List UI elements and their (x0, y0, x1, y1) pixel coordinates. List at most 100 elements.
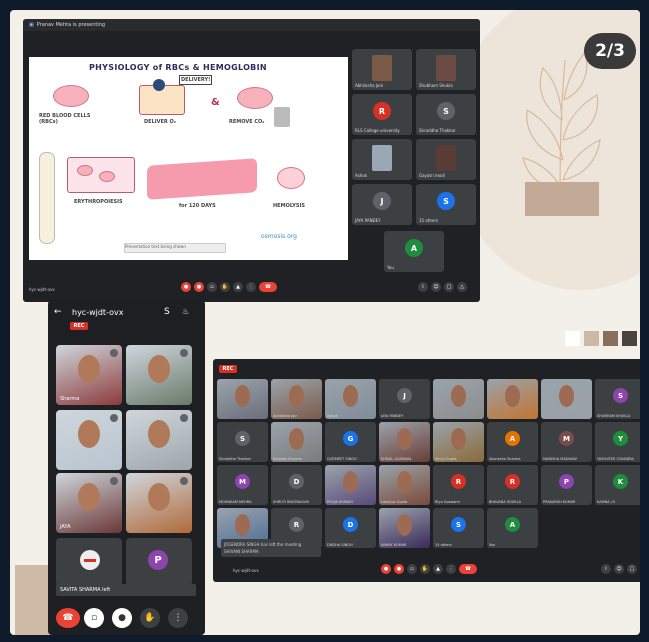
meeting-code: hyc-wjdt-ovx (233, 568, 259, 573)
avatar: S (235, 431, 250, 446)
mic-off-button[interactable]: ● (381, 564, 391, 574)
end-call-button[interactable]: ☎ (459, 564, 477, 574)
people-icon[interactable]: ☺ (431, 282, 441, 292)
raise-hand-button[interactable]: ✋ (140, 608, 160, 628)
grid-participant-tile: S 15 others (433, 508, 484, 548)
grid-participant-tile: Abhilasha Jain (271, 379, 322, 419)
chat-icon[interactable]: □ (627, 564, 637, 574)
camera-off-button[interactable]: ● (394, 564, 404, 574)
participant-tile: Shubham Shukla (416, 49, 476, 90)
participant-photo (436, 55, 456, 81)
back-arrow-icon[interactable]: ← (54, 307, 62, 317)
participant-tile: J JAYA PANDEY (352, 184, 412, 225)
grid-participant-tile (541, 379, 592, 419)
switch-audio-icon[interactable]: S (164, 307, 170, 317)
page-indicator: 2/3 (584, 33, 636, 69)
mic-off-button[interactable]: ● (181, 282, 191, 292)
swatch-beige (584, 331, 599, 346)
people-icon[interactable]: ☺ (614, 564, 624, 574)
phone-participant-tile (126, 345, 192, 405)
color-swatches (565, 331, 637, 346)
participant-name: JAYA PANDEY (355, 218, 381, 223)
presentation-slide: PHYSIOLOGY of RBCs & HEMOGLOBIN RED BLOO… (29, 57, 348, 260)
more-options-button[interactable]: ⋮ (168, 608, 188, 628)
more-options-button[interactable]: ⋮ (246, 282, 256, 292)
participant-name: You (387, 265, 394, 270)
avatar: S (613, 388, 628, 403)
trash-can-icon (274, 107, 290, 127)
avatar: J (397, 388, 412, 403)
participant-face (235, 514, 250, 536)
avatar: A (505, 431, 520, 446)
activities-icon[interactable]: △ (457, 282, 467, 292)
phone-participant-tile (126, 473, 192, 533)
phone-meeting-screenshot: ← hyc-wjdt-ovx REC S ♨ P SAVITA SHARMA l… (48, 300, 205, 635)
end-call-button[interactable]: ☎ (56, 608, 80, 628)
left-meeting-caption: SAVITA SHARMA left (56, 584, 196, 596)
avatar: R (289, 517, 304, 532)
participant-photo (372, 145, 392, 171)
camera-off-button[interactable]: ▫ (84, 608, 104, 628)
phone-tile-avatar (56, 538, 122, 586)
participant-grid: Abhilasha Jain Ashok J JAYA PANDEY S SHUBHAM … (217, 379, 640, 548)
participant-name: KAMNA J.S (597, 500, 616, 504)
info-icon[interactable]: i (601, 564, 611, 574)
swatch-white (565, 331, 580, 346)
brand-logo: osmosis.org (261, 233, 297, 240)
participant-tile: A You (384, 231, 444, 272)
grid-participant-tile: Lakshya Gupta (379, 465, 430, 505)
rbc-co2-icon (237, 87, 273, 109)
mic-off-button[interactable]: ● (112, 608, 132, 628)
grid-participant-tile: Y YASHVEER CHANDRA (595, 422, 640, 462)
rbc-small (77, 165, 93, 176)
avatar: K (613, 474, 628, 489)
participant-face (505, 385, 520, 407)
participant-name: SHEJAL AGARWAL (381, 457, 412, 461)
participant-name: Shraddha Thakkar (419, 128, 456, 133)
grid-participant-tile: A You (487, 508, 538, 548)
captions-button[interactable]: ▫ (207, 282, 217, 292)
grid-participant-tile (433, 379, 484, 419)
present-button[interactable]: ▲ (233, 282, 243, 292)
captions-button[interactable]: ▫ (407, 564, 417, 574)
control-bar: ● ● ▫ ✋ ▲ ⋮ ☎ (181, 282, 277, 292)
grid-participant-tile: SHEJAL AGARWAL (379, 422, 430, 462)
mic-status-icon (180, 414, 188, 422)
participant-face (78, 355, 100, 383)
grid-participant-tile: ABHAY KUMAR (379, 508, 430, 548)
avatar: Y (613, 431, 628, 446)
info-icon[interactable]: i (418, 282, 428, 292)
speaker-icon[interactable]: ♨ (182, 307, 189, 316)
camera-off-button[interactable]: ● (194, 282, 204, 292)
participant-name: JAYA PANDEY (381, 414, 404, 418)
present-button[interactable]: ▲ (433, 564, 443, 574)
participant-name: Ashok (355, 173, 368, 178)
phone-participant-tile: Sharma (56, 345, 122, 405)
participant-name: Shraddha Thakkar (219, 457, 252, 461)
rbc-cell-icon (53, 85, 89, 107)
avatar: D (343, 517, 358, 532)
end-call-button[interactable]: ☎ (259, 282, 277, 292)
grid-participant-tile: R Riya Goswami (433, 465, 484, 505)
hemoglobin-icon (153, 79, 165, 91)
avatar: R (505, 474, 520, 489)
grid-participant-tile: P PRAKARSH KUMAR (541, 465, 592, 505)
chat-icon[interactable]: □ (444, 282, 454, 292)
more-options-button[interactable]: ⋮ (446, 564, 456, 574)
avatar: S (451, 517, 466, 532)
grid-participant-tile: Vinny Gupta (433, 422, 484, 462)
raise-hand-button[interactable]: ✋ (220, 282, 230, 292)
raise-hand-button[interactable]: ✋ (420, 564, 430, 574)
participant-face (397, 514, 412, 536)
participant-face (289, 385, 304, 407)
avatar: J (373, 192, 391, 210)
avatar: R (451, 474, 466, 489)
participant-name: Gayatri modi (419, 173, 445, 178)
participant-name: BHAVANA SHUKLA (489, 500, 522, 504)
collage-frame: 2/3 ▣ Pranav Mehta is presenting PHYSIOL… (10, 10, 640, 635)
participant-tile: Abhilasha Jain (352, 49, 412, 90)
participant-face (289, 428, 304, 450)
phone-participant-tile: JAYA (56, 473, 122, 533)
side-controls: i ☺ □ △ (601, 564, 640, 574)
avatar: R (373, 102, 391, 120)
